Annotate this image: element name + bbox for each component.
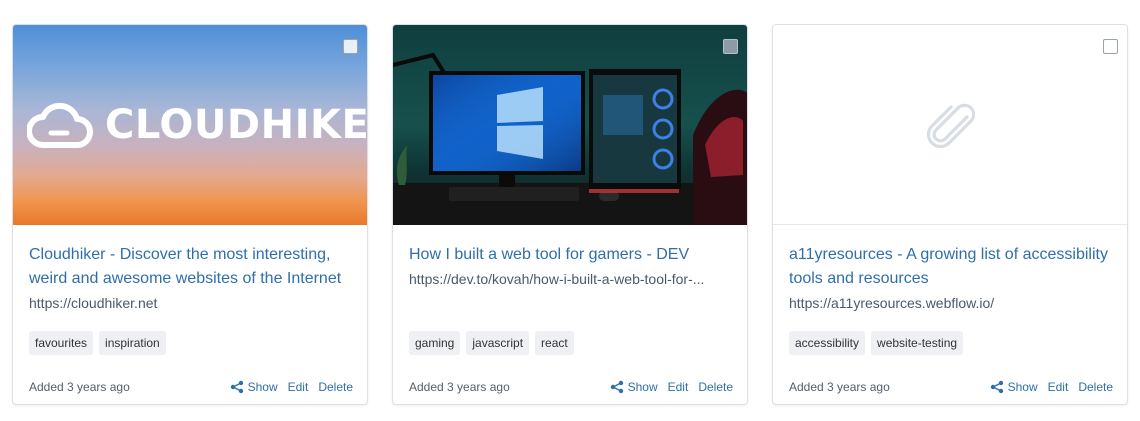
link-card: How I built a web tool for gamers - DEV … — [392, 24, 748, 405]
edit-link[interactable]: Edit — [1048, 380, 1069, 394]
tag[interactable]: react — [535, 331, 574, 355]
tag[interactable]: accessibility — [789, 331, 866, 355]
share-icon[interactable] — [610, 380, 624, 394]
tag[interactable]: website-testing — [871, 331, 964, 355]
added-date: Added 3 years ago — [29, 380, 130, 394]
card-footer: Added 3 years ago Show Edit Delete — [789, 380, 1113, 394]
card-footer: Added 3 years ago Show Edit Delete — [409, 380, 733, 394]
link-thumbnail[interactable] — [773, 25, 1127, 225]
delete-link[interactable]: Delete — [1078, 380, 1113, 394]
tag[interactable]: gaming — [409, 331, 461, 355]
tag-list: gaming javascript react — [409, 331, 574, 355]
cloudhiker-logo: CLOUDHIKER — [27, 99, 367, 151]
link-card: CLOUDHIKER Cloudhiker - Discover the mos… — [12, 24, 368, 405]
select-checkbox[interactable] — [343, 39, 358, 54]
edit-link[interactable]: Edit — [668, 380, 689, 394]
link-title[interactable]: Cloudhiker - Discover the most interesti… — [29, 243, 351, 291]
select-checkbox[interactable] — [1103, 39, 1118, 54]
link-url: https://a11yresources.webflow.io/ — [789, 295, 995, 311]
select-checkbox[interactable] — [723, 39, 738, 54]
card-footer: Added 3 years ago Show Edit Delete — [29, 380, 353, 394]
tag-list: favourites inspiration — [29, 331, 166, 355]
cloudhiker-logo-text: CLOUDHIKER — [105, 102, 367, 148]
link-thumbnail[interactable] — [393, 25, 747, 225]
delete-link[interactable]: Delete — [318, 380, 353, 394]
link-url: https://cloudhiker.net — [29, 295, 158, 311]
link-title[interactable]: How I built a web tool for gamers - DEV — [409, 243, 731, 267]
delete-link[interactable]: Delete — [698, 380, 733, 394]
link-card: a11yresources - A growing list of access… — [772, 24, 1128, 405]
link-url: https://dev.to/kovah/how-i-built-a-web-t… — [409, 271, 705, 287]
card-actions: Show Edit Delete — [610, 380, 733, 394]
gaming-setup-image — [393, 52, 747, 225]
cloud-logo-icon — [27, 102, 93, 148]
tag[interactable]: javascript — [466, 331, 530, 355]
share-icon[interactable] — [230, 380, 244, 394]
edit-link[interactable]: Edit — [288, 380, 309, 394]
card-actions: Show Edit Delete — [230, 380, 353, 394]
tag-list: accessibility website-testing — [789, 331, 964, 355]
tag[interactable]: favourites — [29, 331, 94, 355]
link-thumbnail[interactable]: CLOUDHIKER — [13, 25, 367, 225]
share-icon[interactable] — [990, 380, 1004, 394]
link-title[interactable]: a11yresources - A growing list of access… — [789, 243, 1111, 291]
tag[interactable]: inspiration — [99, 331, 166, 355]
paperclip-icon — [926, 103, 975, 149]
show-link[interactable]: Show — [628, 380, 658, 394]
show-link[interactable]: Show — [1008, 380, 1038, 394]
show-link[interactable]: Show — [248, 380, 278, 394]
added-date: Added 3 years ago — [789, 380, 890, 394]
card-actions: Show Edit Delete — [990, 380, 1113, 394]
added-date: Added 3 years ago — [409, 380, 510, 394]
